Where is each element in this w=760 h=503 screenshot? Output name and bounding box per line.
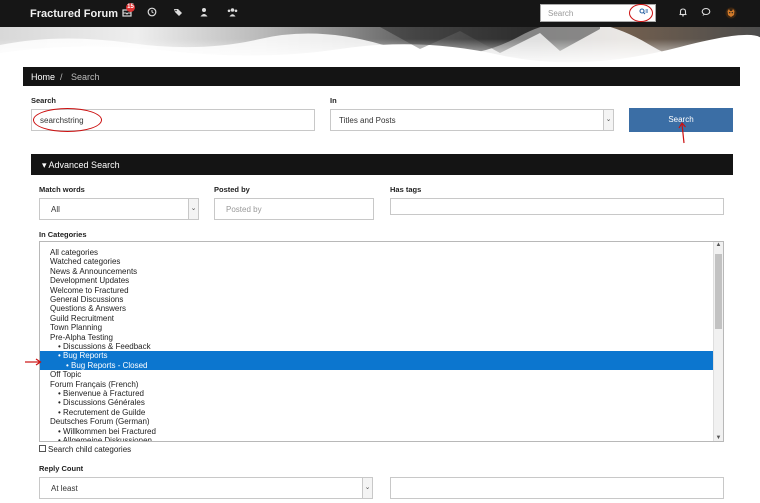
category-option[interactable]: • Recrutement de Guilde: [58, 408, 145, 417]
breadcrumb-separator: /: [60, 72, 63, 82]
scroll-down-icon[interactable]: ▼: [714, 435, 723, 441]
category-option[interactable]: • Bienvenue à Fractured: [58, 389, 144, 398]
category-option[interactable]: Questions & Answers: [50, 304, 126, 313]
in-select[interactable]: Titles and Posts ⌄: [330, 109, 614, 131]
posted-by-placeholder: Posted by: [226, 205, 262, 214]
reply-count-number-input[interactable]: [390, 477, 724, 499]
category-option[interactable]: • Discussions Générales: [58, 398, 145, 407]
category-option[interactable]: Guild Recruitment: [50, 314, 114, 323]
hero-fade: [0, 27, 760, 67]
forum-brand-link[interactable]: Fractured Forum: [30, 8, 118, 20]
bell-icon[interactable]: [677, 7, 689, 19]
chevron-down-icon: ⌄: [362, 478, 372, 498]
match-words-label: Match words: [39, 185, 85, 194]
chevron-down-icon: ⌄: [603, 110, 613, 130]
posted-by-label: Posted by: [214, 185, 250, 194]
breadcrumb-home-link[interactable]: Home: [31, 72, 55, 82]
chat-icon[interactable]: [700, 7, 712, 19]
match-words-select[interactable]: All ⌄: [39, 198, 199, 220]
hero-banner: [0, 27, 760, 67]
breadcrumb-current: Search: [71, 72, 100, 82]
notification-count-badge: 15: [126, 3, 135, 12]
tag-icon[interactable]: [172, 7, 184, 19]
annotation-arrow: [25, 358, 42, 366]
annotation-circle: [629, 4, 653, 22]
category-option[interactable]: • Willkommen bei Fractured: [58, 427, 156, 436]
match-words-value: All: [51, 205, 60, 214]
chevron-down-icon: ⌄: [188, 199, 198, 219]
has-tags-label: Has tags: [390, 185, 422, 194]
annotation-circle: [33, 108, 102, 132]
category-option[interactable]: • Bug Reports: [40, 351, 723, 361]
category-option[interactable]: • Bug Reports - Closed: [40, 360, 723, 371]
annotation-arrow: [678, 122, 686, 144]
reply-count-select[interactable]: At least ⌄: [39, 477, 373, 499]
search-label: Search: [31, 96, 57, 105]
categories-listbox[interactable]: All categories Watched categories News & A…: [39, 241, 724, 442]
category-option[interactable]: Development Updates: [50, 276, 129, 285]
has-tags-input[interactable]: [390, 198, 724, 215]
header-search-input[interactable]: Search: [548, 9, 573, 18]
clock-icon[interactable]: [146, 7, 158, 19]
category-option[interactable]: Forum Français (French): [50, 380, 138, 389]
in-label: In: [330, 96, 337, 105]
search-child-categories-checkbox[interactable]: [39, 445, 46, 452]
avatar-icon[interactable]: [725, 7, 737, 19]
category-option[interactable]: News & Announcements: [50, 267, 137, 276]
top-navbar: Fractured Forum 15 Search: [0, 0, 760, 27]
users-icon[interactable]: [226, 7, 238, 19]
category-option[interactable]: Pre-Alpha Testing: [50, 333, 113, 342]
search-child-categories-label: Search child categories: [48, 445, 132, 454]
reply-count-label: Reply Count: [39, 464, 84, 473]
breadcrumb: Home / Search: [23, 67, 740, 86]
category-option[interactable]: All categories: [50, 248, 98, 257]
advanced-search-label: Advanced Search: [48, 160, 120, 170]
scroll-thumb[interactable]: [715, 254, 722, 329]
category-option[interactable]: Deutsches Forum (German): [50, 417, 150, 426]
scroll-up-icon[interactable]: ▲: [714, 242, 723, 248]
category-option[interactable]: • Discussions & Feedback: [58, 342, 151, 351]
category-option[interactable]: Town Planning: [50, 323, 102, 332]
category-option[interactable]: General Discussions: [50, 295, 123, 304]
advanced-search-toggle[interactable]: ▾ Advanced Search: [31, 154, 733, 175]
advanced-search-title: ▾ Advanced Search: [42, 160, 120, 170]
reply-count-value: At least: [51, 484, 78, 493]
category-option[interactable]: Welcome to Fractured: [50, 286, 129, 295]
listbox-scrollbar[interactable]: ▲ ▼: [713, 242, 723, 441]
category-option[interactable]: • Allgemeine Diskussionen: [58, 436, 152, 441]
category-option[interactable]: Off Topic: [50, 370, 81, 379]
posted-by-input[interactable]: Posted by: [214, 198, 374, 220]
user-icon[interactable]: [198, 7, 210, 19]
category-option[interactable]: Watched categories: [50, 257, 120, 266]
in-categories-label: In Categories: [39, 230, 87, 239]
in-select-value: Titles and Posts: [339, 116, 396, 125]
